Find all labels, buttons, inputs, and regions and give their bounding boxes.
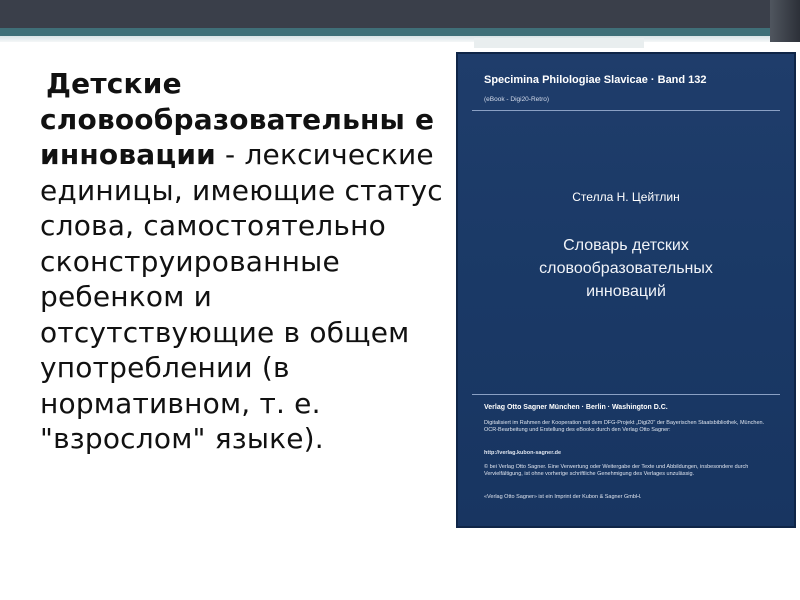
- cover-note-imprint: «Verlag Otto Sagner» ist ein Imprint der…: [484, 494, 642, 500]
- cover-url: http://verlag.kubon-sagner.de: [484, 450, 562, 456]
- top-light-stripe: [0, 36, 800, 42]
- cover-rule-top: [472, 110, 780, 111]
- cover-ebook-note: (eBook - Digi20-Retro): [484, 96, 550, 103]
- cover-publisher: Verlag Otto Sagner München · Berlin · Wa…: [484, 404, 668, 411]
- top-band: [0, 0, 800, 28]
- top-corner: [770, 0, 800, 42]
- cover-note-digitization: Digitalisiert im Rahmen der Kooperation …: [484, 420, 765, 433]
- cover-title: Словарь детских словообразовательных инн…: [458, 234, 794, 303]
- top-gap: [474, 38, 644, 48]
- cover-author: Стелла Н. Цейтлин: [572, 190, 680, 204]
- cover-series: Specimina Philologiae Slavicae · Band 13…: [484, 74, 707, 86]
- book-cover: Specimina Philologiae Slavicae · Band 13…: [456, 52, 796, 528]
- cover-title-line: инноваций: [586, 283, 666, 300]
- top-stripe: [0, 28, 800, 36]
- definition-text: Детские словообразовательны е инновации …: [40, 66, 450, 457]
- cover-title-line: словообразовательных: [539, 260, 713, 277]
- cover-note-copyright: © bei Verlag Otto Sagner. Eine Verwertun…: [484, 464, 749, 477]
- definition-body: - лексические единицы, имеющие статус сл…: [40, 138, 443, 455]
- cover-title-line: Словарь детских: [563, 237, 689, 254]
- cover-rule-bottom: [472, 394, 780, 395]
